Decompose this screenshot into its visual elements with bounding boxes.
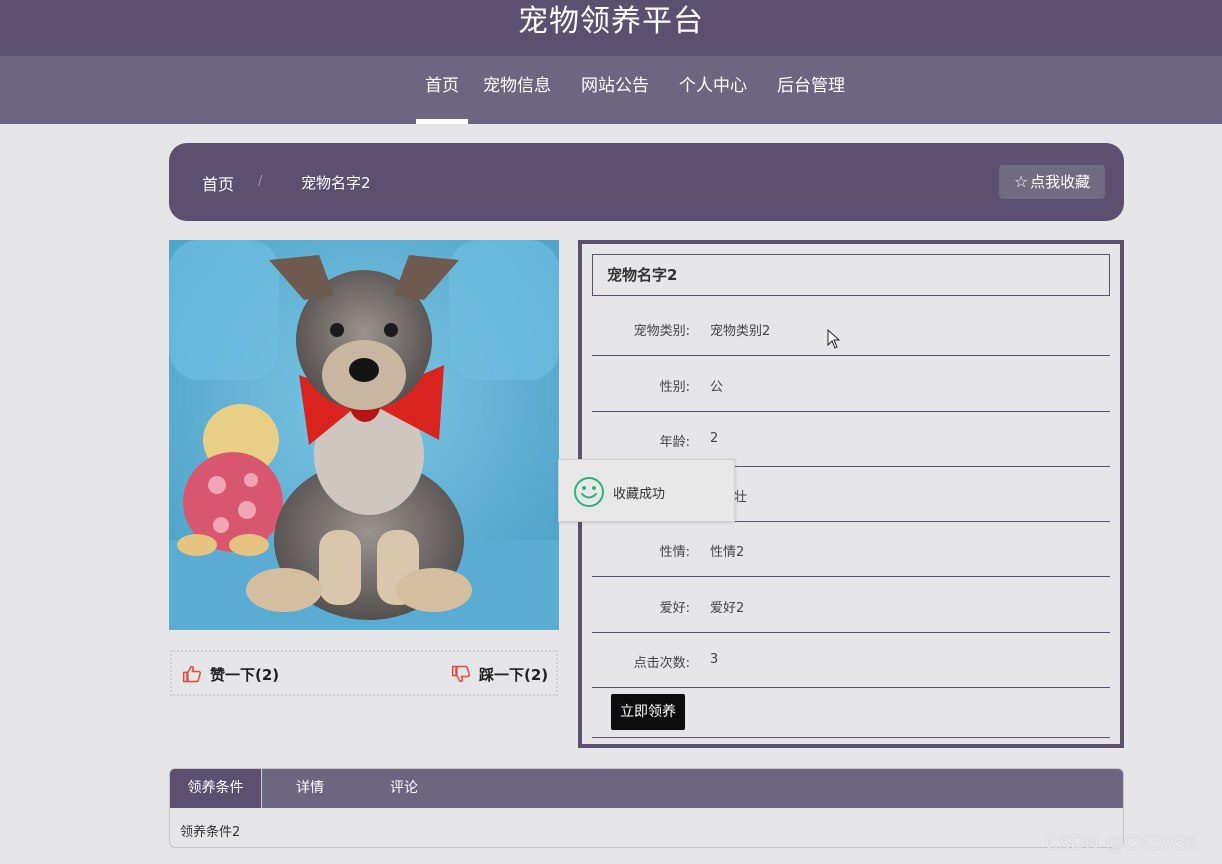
tab-comments[interactable]: 评论 [358, 769, 450, 808]
info-row-gender: 性别: 公 [592, 356, 1110, 412]
adopt-row: 立即领养 [592, 688, 1110, 738]
info-value-partial: 壮 [734, 490, 748, 505]
info-row-category: 宠物类别: 宠物类别2 [592, 300, 1110, 356]
watermark: CSDN @CK3036 [1045, 832, 1199, 854]
info-label: 点击次数: [633, 656, 690, 671]
nav-list: 首页 宠物信息 网站公告 个人中心 后台管理 [410, 56, 860, 124]
success-toast: 收藏成功 [558, 459, 735, 522]
info-label: 年龄: [659, 435, 690, 450]
breadcrumb-separator: / [258, 174, 263, 189]
info-label: 性别: [659, 380, 690, 395]
detail-tabs: 领养条件 详情 评论 领养条件2 [169, 768, 1124, 848]
nav-item-personal-center[interactable]: 个人中心 [664, 56, 762, 124]
dislike-button[interactable]: 踩一下(2) [451, 662, 548, 686]
breadcrumb: 首页 / 宠物名字2 ☆ 点我收藏 [169, 143, 1124, 221]
info-value: 2 [710, 431, 719, 446]
vote-row: 赞一下(2) 踩一下(2) [170, 650, 558, 696]
tab-details[interactable]: 详情 [262, 769, 358, 808]
toast-message: 收藏成功 [613, 487, 666, 502]
breadcrumb-current: 宠物名字2 [301, 174, 371, 192]
info-value: 爱好2 [710, 601, 745, 616]
info-label: 宠物类别: [633, 324, 690, 339]
tab-header: 领养条件 详情 评论 [170, 769, 1123, 808]
breadcrumb-home-link[interactable]: 首页 [202, 171, 234, 195]
main-nav: 首页 宠物信息 网站公告 个人中心 后台管理 [0, 56, 1222, 124]
star-icon: ☆ [1013, 172, 1029, 191]
mouse-cursor-icon [827, 329, 841, 349]
info-value: 3 [710, 652, 719, 667]
tab-adoption-conditions[interactable]: 领养条件 [170, 769, 262, 808]
tab-content: 领养条件2 [180, 825, 241, 840]
info-row-temperament: 性情: 性情2 [592, 521, 1110, 577]
favorite-button[interactable]: ☆ 点我收藏 [999, 165, 1105, 199]
nav-item-announcements[interactable]: 网站公告 [566, 56, 664, 124]
adopt-button[interactable]: 立即领养 [611, 694, 685, 730]
thumbs-down-icon [451, 665, 471, 683]
info-row-hobby: 爱好: 爱好2 [592, 577, 1110, 633]
smile-icon [574, 477, 604, 507]
info-value: 宠物类别2 [710, 324, 771, 339]
favorite-button-label: 点我收藏 [1030, 173, 1091, 191]
info-value: 性情2 [710, 545, 745, 560]
like-button[interactable]: 赞一下(2) [182, 662, 279, 686]
site-header: 宠物领养平台 [0, 0, 1222, 56]
pet-name-title: 宠物名字2 [592, 254, 1110, 296]
dislike-label: 踩一下(2) [479, 665, 549, 684]
info-value: 公 [710, 380, 724, 395]
pet-photo-illustration [169, 240, 559, 630]
nav-item-admin[interactable]: 后台管理 [762, 56, 860, 124]
thumbs-up-icon [182, 665, 202, 683]
info-label: 性情: [659, 545, 690, 560]
like-label: 赞一下(2) [210, 665, 280, 684]
nav-item-home[interactable]: 首页 [410, 56, 468, 124]
info-label: 爱好: [659, 601, 690, 616]
site-title: 宠物领养平台 [518, 4, 704, 39]
nav-item-pet-info[interactable]: 宠物信息 [468, 56, 566, 124]
info-row-clicks: 点击次数: 3 [592, 632, 1110, 688]
pet-photo [169, 240, 559, 630]
